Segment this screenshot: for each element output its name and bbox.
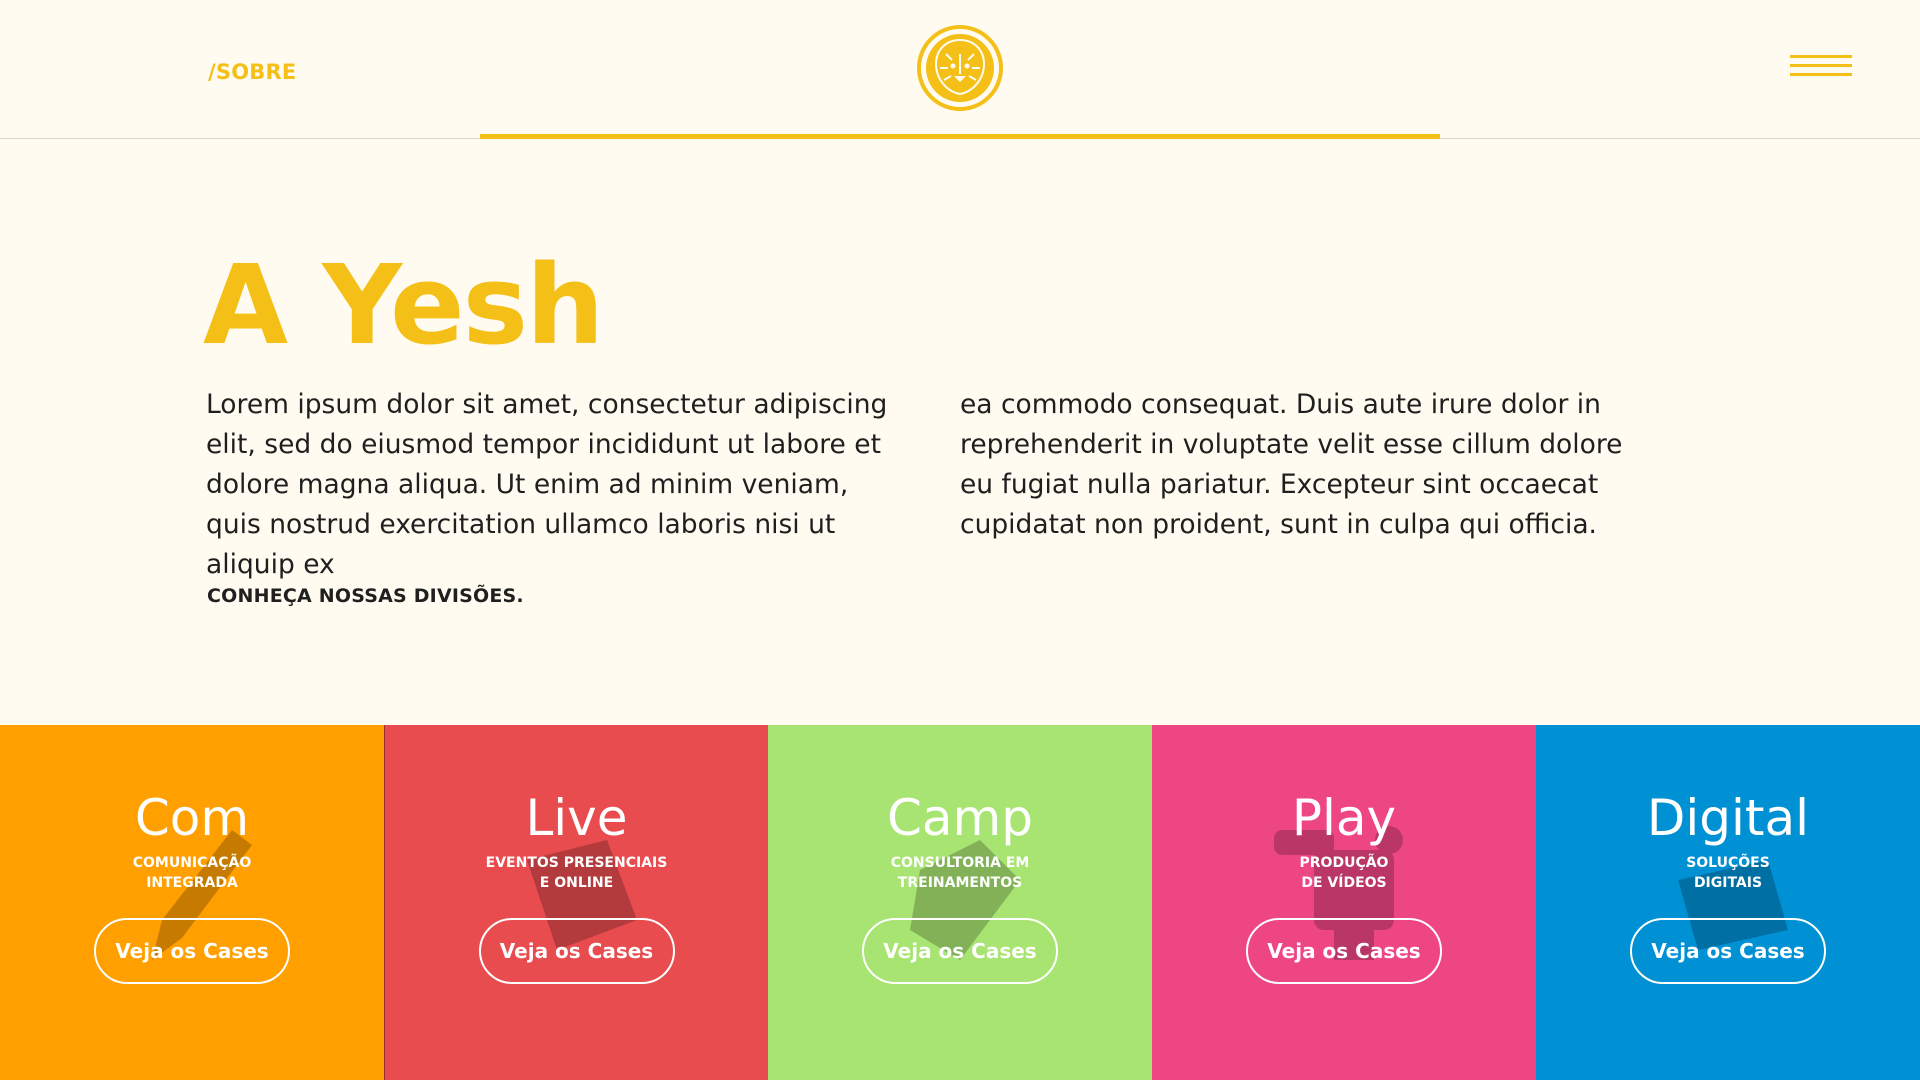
division-subtitle: PRODUÇÃO DE VÍDEOS: [1299, 855, 1389, 891]
division-card-live: Live EVENTOS PRESENCIAIS E ONLINE Veja o…: [384, 725, 768, 1080]
lion-icon[interactable]: [916, 24, 1004, 112]
division-subtitle: COMUNICAÇÃO INTEGRADA: [132, 855, 252, 891]
page: /SOBRE A Yesh Lorem ipsum dolor sit amet…: [0, 0, 1920, 1080]
hamburger-icon[interactable]: [1790, 52, 1852, 82]
division-card-camp: Camp CONSULTORIA EM TREINAMENTOS Veja os…: [768, 725, 1152, 1080]
see-cases-button[interactable]: Veja os Cases: [1246, 918, 1442, 984]
division-title: Play: [1291, 789, 1397, 847]
division-subtitle: EVENTOS PRESENCIAIS E ONLINE: [485, 855, 668, 891]
division-card-com: Com COMUNICAÇÃO INTEGRADA Veja os Cases: [0, 725, 384, 1080]
page-title: A Yesh: [203, 241, 604, 369]
site-header: /SOBRE: [0, 0, 1920, 139]
division-title: Digital: [1646, 789, 1810, 847]
menu-line: [1790, 55, 1852, 58]
division-card-play: Play PRODUÇÃO DE VÍDEOS Veja os Cases: [1152, 725, 1536, 1080]
divisions-heading: CONHEÇA NOSSAS DIVISÕES.: [207, 585, 524, 607]
see-cases-button[interactable]: Veja os Cases: [1630, 918, 1826, 984]
division-subtitle: SOLUÇÕES DIGITAIS: [1686, 855, 1770, 891]
division-title: Camp: [887, 789, 1033, 847]
menu-line: [1790, 73, 1852, 76]
header-accent-bar: [480, 134, 1440, 139]
see-cases-button[interactable]: Veja os Cases: [862, 918, 1058, 984]
intro-paragraph-left: Lorem ipsum dolor sit amet, consectetur …: [206, 389, 888, 580]
intro-paragraph-right: ea commodo consequat. Duis aute irure do…: [960, 389, 1623, 540]
menu-line: [1790, 64, 1852, 67]
division-title: Live: [525, 789, 628, 847]
nav-link-sobre[interactable]: /SOBRE: [208, 60, 296, 84]
see-cases-button[interactable]: Veja os Cases: [478, 918, 675, 984]
divisions-grid: Com COMUNICAÇÃO INTEGRADA Veja os Cases …: [0, 725, 1920, 1080]
see-cases-button[interactable]: Veja os Cases: [94, 918, 290, 984]
division-subtitle: CONSULTORIA EM TREINAMENTOS: [890, 855, 1030, 891]
division-card-digital: Digital SOLUÇÕES DIGITAIS Veja os Cases: [1536, 725, 1920, 1080]
division-title: Com: [134, 789, 250, 847]
